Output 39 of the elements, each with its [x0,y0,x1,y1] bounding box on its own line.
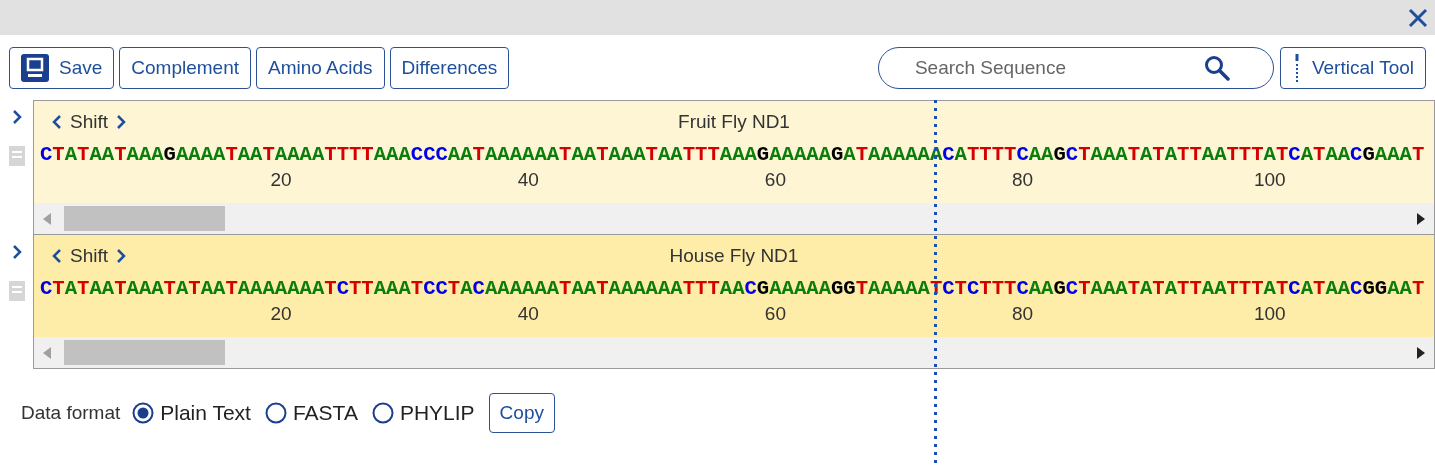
save-button[interactable]: Save [9,47,115,89]
search-icon[interactable] [1203,55,1230,81]
sequence-title: House Fly ND1 [669,245,799,266]
ruler-label: 100 [1253,303,1286,325]
chevron-left-icon[interactable] [50,113,64,131]
shift-label: Shift [70,111,109,133]
shift-label: Shift [70,245,109,267]
horizontal-scrollbar[interactable] [34,337,1434,368]
ruler-label: 40 [517,169,539,191]
ruler-label: 80 [1012,169,1034,191]
toolbar-button[interactable]: Differences [389,47,510,89]
radio-button[interactable] [264,402,287,424]
chevron-left-icon[interactable] [50,247,64,265]
vertical-tool-button[interactable]: Vertical Tool [1279,47,1426,89]
format-option[interactable]: PHYLIP [371,401,475,425]
radio-button[interactable] [132,402,155,424]
ruler-label: 40 [517,303,539,325]
sequence-title: Fruit Fly ND1 [678,111,790,132]
close-icon[interactable] [1407,6,1429,29]
ruler-label: 100 [1253,169,1286,191]
save-icon [21,54,49,82]
format-option[interactable]: FASTA [264,401,358,425]
scrollbar-thumb[interactable] [64,340,225,365]
ruler-label: 60 [764,303,786,325]
scroll-right-icon[interactable] [1416,347,1426,359]
format-option[interactable]: Plain Text [132,401,251,425]
scrollbar-thumb[interactable] [64,206,225,231]
data-format-label: Data format [21,402,121,424]
search-field[interactable]: Search Sequence [877,47,1274,89]
scroll-right-icon[interactable] [1416,213,1426,225]
horizontal-scrollbar[interactable] [34,203,1434,234]
ruler-label: 20 [270,169,292,191]
ruler-label: 80 [1012,303,1034,325]
copy-button[interactable]: Copy [488,393,555,433]
radio-button[interactable] [371,402,394,424]
toolbar-button[interactable]: Amino Acids [256,47,385,89]
toolbar-button[interactable]: Complement [119,47,252,89]
ruler-label: 20 [270,303,292,325]
ruler-label: 60 [764,169,786,191]
